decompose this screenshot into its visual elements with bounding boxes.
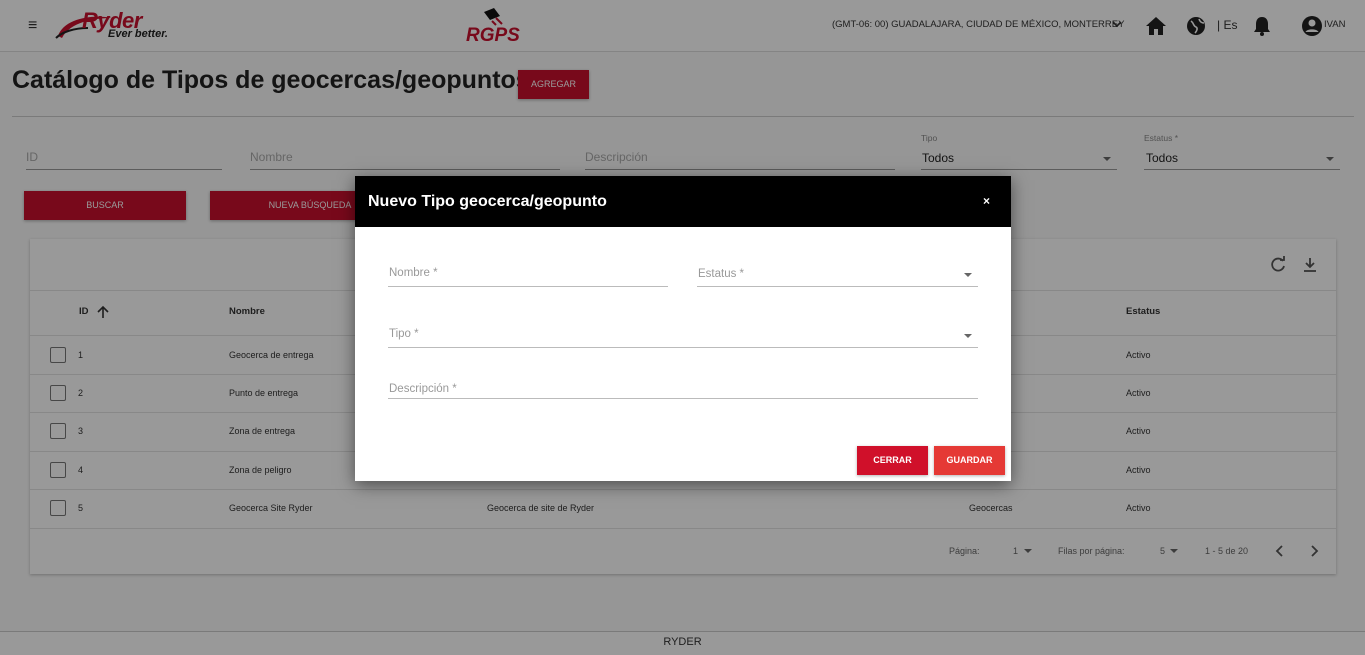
close-icon[interactable]: ×	[983, 194, 990, 208]
dropdown-arrow-icon[interactable]	[964, 334, 972, 338]
save-button[interactable]: GUARDAR	[934, 446, 1005, 475]
tipo-select[interactable]: Tipo *	[389, 328, 419, 340]
dialog-title: Nuevo Tipo geocerca/geopunto	[368, 193, 607, 210]
descripcion-underline	[388, 398, 978, 399]
nombre-underline	[388, 286, 668, 287]
estatus-underline	[697, 286, 978, 287]
estatus-select[interactable]: Estatus *	[698, 268, 744, 280]
descripcion-input[interactable]: Descripción *	[389, 383, 457, 395]
dialog-header: Nuevo Tipo geocerca/geopunto ×	[355, 176, 1011, 227]
nombre-input[interactable]: Nombre *	[389, 267, 438, 279]
new-geofence-type-dialog: Nuevo Tipo geocerca/geopunto × Nombre * …	[355, 176, 1011, 481]
close-button[interactable]: CERRAR	[857, 446, 928, 475]
dropdown-arrow-icon[interactable]	[964, 273, 972, 277]
tipo-underline	[388, 347, 978, 348]
